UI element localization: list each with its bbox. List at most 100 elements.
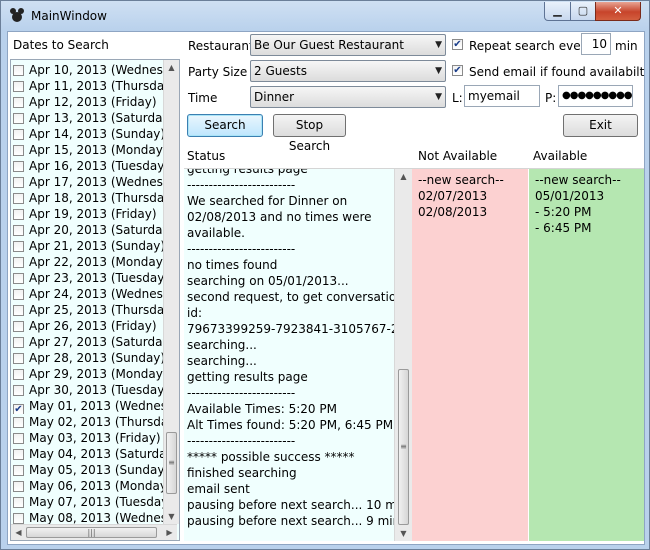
date-checkbox[interactable]	[13, 369, 24, 380]
dates-vertical-scrollbar[interactable]: ▲ ≡ ▼	[163, 60, 179, 524]
date-list-item[interactable]: Apr 29, 2013 (Monday)	[13, 366, 163, 382]
dates-horizontal-scrollbar[interactable]: ◀ ||| ▶	[11, 524, 177, 540]
minimize-button[interactable]: ▁	[544, 2, 571, 21]
date-checkbox[interactable]	[13, 273, 24, 284]
date-list-item[interactable]: Apr 11, 2013 (Thursday)	[13, 78, 163, 94]
dates-scroll-thumb[interactable]: ≡	[166, 432, 177, 494]
date-list-item[interactable]: Apr 27, 2013 (Saturday)	[13, 334, 163, 350]
send-email-checkbox[interactable]: ✔	[452, 65, 463, 76]
date-label: May 03, 2013 (Friday)	[29, 431, 161, 445]
date-list-item[interactable]: Apr 16, 2013 (Tuesday)	[13, 158, 163, 174]
date-checkbox[interactable]	[13, 497, 24, 508]
date-checkbox[interactable]	[13, 177, 24, 188]
dates-list[interactable]: Apr 10, 2013 (Wednesday) Apr 11, 2013 (Th…	[10, 59, 180, 541]
date-list-item[interactable]: Apr 20, 2013 (Saturday)	[13, 222, 163, 238]
date-checkbox[interactable]	[13, 161, 24, 172]
restaurant-value: Be Our Guest Restaurant	[254, 38, 404, 52]
date-list-item[interactable]: May 03, 2013 (Friday)	[13, 430, 163, 446]
party-size-dropdown[interactable]: 2 Guests ▼	[250, 60, 446, 82]
date-checkbox[interactable]	[13, 225, 24, 236]
date-label: May 04, 2013 (Saturday)	[29, 447, 163, 461]
date-list-item[interactable]: Apr 14, 2013 (Sunday)	[13, 126, 163, 142]
status-log-line: We searched for Dinner on	[187, 194, 348, 208]
date-checkbox[interactable]	[13, 513, 24, 524]
date-checkbox[interactable]	[13, 481, 24, 492]
date-list-item[interactable]: Apr 19, 2013 (Friday)	[13, 206, 163, 222]
date-list-item[interactable]: May 06, 2013 (Monday)	[13, 478, 163, 494]
date-checkbox[interactable]	[13, 289, 24, 300]
dates-hscroll-thumb[interactable]: |||	[26, 527, 157, 538]
date-checkbox[interactable]	[13, 129, 24, 140]
scroll-up-icon[interactable]: ▲	[396, 169, 411, 184]
date-checkbox[interactable]	[13, 113, 24, 124]
stop-search-button[interactable]: Stop Search	[273, 114, 346, 153]
date-label: Apr 29, 2013 (Monday)	[29, 367, 163, 381]
scroll-left-icon[interactable]: ◀	[11, 525, 26, 540]
time-dropdown[interactable]: Dinner ▼	[250, 86, 446, 108]
date-list-item[interactable]: May 07, 2013 (Tuesday)	[13, 494, 163, 510]
date-list-item[interactable]: Apr 28, 2013 (Sunday)	[13, 350, 163, 366]
date-list-item[interactable]: Apr 25, 2013 (Thursday)	[13, 302, 163, 318]
date-checkbox[interactable]	[13, 257, 24, 268]
date-list-item[interactable]: Apr 10, 2013 (Wednesday)	[13, 62, 163, 78]
scroll-up-icon[interactable]: ▲	[164, 60, 179, 75]
date-list-item[interactable]: ✔ May 01, 2013 (Wednesday)	[13, 398, 163, 414]
date-list-item[interactable]: May 02, 2013 (Thursday)	[13, 414, 163, 430]
date-checkbox[interactable]	[13, 385, 24, 396]
date-list-item[interactable]: Apr 24, 2013 (Wednesday)	[13, 286, 163, 302]
date-label: May 08, 2013 (Wednesday)	[29, 511, 163, 525]
status-log[interactable]: getting results page --------------------…	[184, 169, 394, 541]
date-checkbox[interactable]	[13, 465, 24, 476]
status-log-line: getting results page	[187, 169, 308, 176]
date-checkbox[interactable]: ✔	[13, 404, 24, 414]
date-checkbox[interactable]	[13, 193, 24, 204]
scroll-down-icon[interactable]: ▼	[396, 526, 411, 541]
exit-button[interactable]: Exit	[563, 114, 638, 137]
date-checkbox[interactable]	[13, 65, 24, 76]
date-checkbox[interactable]	[13, 353, 24, 364]
date-checkbox[interactable]	[13, 81, 24, 92]
date-checkbox[interactable]	[13, 241, 24, 252]
title-bar[interactable]: MainWindow ▁ ▢ ✕	[1, 1, 649, 31]
close-button[interactable]: ✕	[595, 2, 641, 21]
time-value: Dinner	[254, 90, 295, 104]
status-scroll-thumb[interactable]: ≡	[398, 369, 409, 525]
status-scrollbar[interactable]: ▲ ≡ ▼	[394, 169, 412, 541]
search-button[interactable]: Search	[187, 114, 263, 137]
date-list-item[interactable]: Apr 26, 2013 (Friday)	[13, 318, 163, 334]
results-header: Status Not Available Available	[184, 146, 644, 169]
date-checkbox[interactable]	[13, 97, 24, 108]
date-checkbox[interactable]	[13, 337, 24, 348]
date-list-item[interactable]: May 04, 2013 (Saturday)	[13, 446, 163, 462]
maximize-button[interactable]: ▢	[570, 2, 596, 21]
date-list-item[interactable]: Apr 30, 2013 (Tuesday)	[13, 382, 163, 398]
date-checkbox[interactable]	[13, 449, 24, 460]
date-checkbox[interactable]	[13, 305, 24, 316]
scroll-down-icon[interactable]: ▼	[164, 509, 179, 524]
date-list-item[interactable]: Apr 22, 2013 (Monday)	[13, 254, 163, 270]
date-label: May 02, 2013 (Thursday)	[29, 415, 163, 429]
date-list-item[interactable]: Apr 21, 2013 (Sunday)	[13, 238, 163, 254]
date-checkbox[interactable]	[13, 433, 24, 444]
date-checkbox[interactable]	[13, 417, 24, 428]
restaurant-dropdown[interactable]: Be Our Guest Restaurant ▼	[250, 34, 446, 56]
status-log-line: pausing before next search... 9 mins	[187, 514, 394, 528]
date-list-item[interactable]: Apr 12, 2013 (Friday)	[13, 94, 163, 110]
date-list-item[interactable]: May 05, 2013 (Sunday)	[13, 462, 163, 478]
login-input[interactable]: myemail	[464, 85, 540, 107]
scroll-right-icon[interactable]: ▶	[162, 525, 177, 540]
status-log-line: -------------------------	[187, 178, 296, 192]
repeat-search-checkbox[interactable]: ✔	[452, 39, 463, 50]
date-list-item[interactable]: Apr 15, 2013 (Monday)	[13, 142, 163, 158]
date-checkbox[interactable]	[13, 321, 24, 332]
repeat-interval-input[interactable]: 10	[581, 33, 611, 55]
date-checkbox[interactable]	[13, 145, 24, 156]
date-checkbox[interactable]	[13, 209, 24, 220]
date-list-item[interactable]: Apr 18, 2013 (Thursday)	[13, 190, 163, 206]
date-list-item[interactable]: Apr 23, 2013 (Tuesday)	[13, 270, 163, 286]
close-icon: ✕	[613, 4, 623, 17]
date-list-item[interactable]: Apr 13, 2013 (Saturday)	[13, 110, 163, 126]
not-available-list: --new search-- 02/07/2013 02/08/2013	[412, 169, 528, 541]
date-list-item[interactable]: Apr 17, 2013 (Wednesday)	[13, 174, 163, 190]
password-input[interactable]: ●●●●●●●●●●	[558, 85, 633, 107]
